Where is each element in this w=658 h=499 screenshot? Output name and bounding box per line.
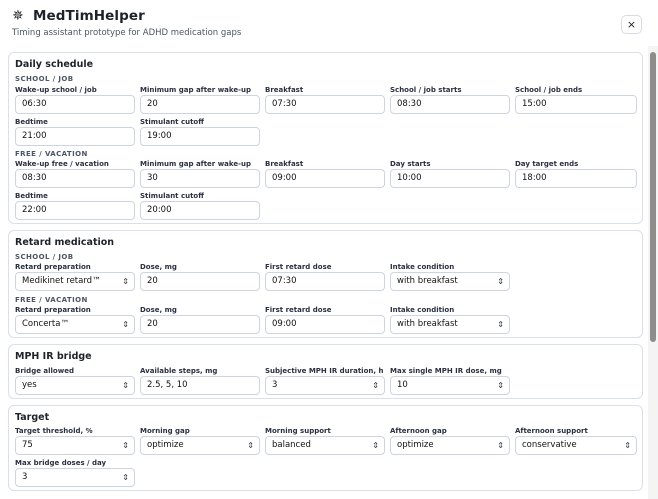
chevron-updown-icon: ⇕ xyxy=(122,320,129,329)
star-icon: ✵ xyxy=(12,8,24,24)
ends-school-label: School / job ends xyxy=(515,86,583,94)
prep-free-label: Retard preparation xyxy=(15,306,91,314)
max-dose-label: Max single MPH IR dose, mg xyxy=(390,367,502,375)
bridge-allowed-label: Bridge allowed xyxy=(15,367,74,375)
mingap-free-input[interactable]: 30 xyxy=(140,169,260,188)
retard-medication-card: Retard medication SCHOOL / JOB Retard pr… xyxy=(8,230,643,338)
card-title: Daily schedule xyxy=(15,59,94,70)
breakfast-free-input[interactable]: 09:00 xyxy=(265,169,385,188)
prep-free-select[interactable]: Concerta™ ⇕ xyxy=(15,315,135,334)
wakeup-free-input[interactable]: 08:30 xyxy=(15,169,135,188)
duration-label: Subjective MPH IR duration, h xyxy=(265,367,384,375)
close-button[interactable]: × xyxy=(621,15,642,34)
vertical-scrollbar[interactable] xyxy=(648,46,658,499)
prep-school-select[interactable]: Medikinet retard™ ⇕ xyxy=(15,272,135,291)
mingap-school-label: Minimum gap after wake-up xyxy=(140,86,251,94)
max-bridge-label: Max bridge doses / day xyxy=(15,459,107,467)
ends-free-input[interactable]: 18:00 xyxy=(515,169,637,188)
settings-scroll-area[interactable]: Daily schedule SCHOOL / JOB Wake-up scho… xyxy=(0,46,648,499)
afternoon-support-select[interactable]: conservative ⇕ xyxy=(515,436,637,455)
card-title: MPH IR bridge xyxy=(15,351,92,362)
prep-school-label: Retard preparation xyxy=(15,263,91,271)
chevron-updown-icon: ⇕ xyxy=(122,473,129,482)
scrollbar-thumb[interactable] xyxy=(650,52,656,342)
chevron-updown-icon: ⇕ xyxy=(624,441,631,450)
morning-support-select[interactable]: balanced ⇕ xyxy=(265,436,385,455)
max-dose-select[interactable]: 10 ⇕ xyxy=(390,376,510,395)
cond-school-select[interactable]: with breakfast ⇕ xyxy=(390,272,510,291)
target-card: Target Target threshold, % 75 ⇕ Morning g… xyxy=(8,405,643,491)
cond-free-label: Intake condition xyxy=(390,306,455,314)
chevron-updown-icon: ⇕ xyxy=(497,320,504,329)
app-subtitle: Timing assistant prototype for ADHD medi… xyxy=(12,28,242,38)
bedtime-school-label: Bedtime xyxy=(15,118,48,126)
afternoon-gap-label: Afternoon gap xyxy=(390,427,447,435)
app-header: ✵ MedTimHelper Timing assistant prototyp… xyxy=(0,0,658,46)
wakeup-free-label: Wake-up free / vacation xyxy=(15,160,109,168)
app-title: MedTimHelper xyxy=(33,8,145,24)
bridge-allowed-select[interactable]: yes ⇕ xyxy=(15,376,135,395)
bedtime-free-label: Bedtime xyxy=(15,192,48,200)
chevron-updown-icon: ⇕ xyxy=(372,381,379,390)
mingap-school-input[interactable]: 20 xyxy=(140,95,260,114)
chevron-updown-icon: ⇕ xyxy=(122,441,129,450)
card-title: Target xyxy=(15,412,50,423)
chevron-updown-icon: ⇕ xyxy=(247,441,254,450)
chevron-updown-icon: ⇕ xyxy=(122,277,129,286)
morning-gap-label: Morning gap xyxy=(140,427,190,435)
breakfast-school-label: Breakfast xyxy=(265,86,304,94)
duration-select[interactable]: 3 ⇕ xyxy=(265,376,385,395)
close-icon: × xyxy=(626,18,637,31)
dose-school-label: Dose, mg xyxy=(140,263,177,271)
afternoon-support-label: Afternoon support xyxy=(515,427,588,435)
cond-school-label: Intake condition xyxy=(390,263,455,271)
chevron-updown-icon: ⇕ xyxy=(497,277,504,286)
chevron-updown-icon: ⇕ xyxy=(372,441,379,450)
chevron-updown-icon: ⇕ xyxy=(122,381,129,390)
first-school-input[interactable]: 07:30 xyxy=(265,272,385,291)
group-school: SCHOOL / JOB xyxy=(15,253,74,261)
cutoff-free-input[interactable]: 20:00 xyxy=(140,201,260,220)
ends-school-input[interactable]: 15:00 xyxy=(515,95,637,114)
card-title: Retard medication xyxy=(15,237,115,248)
threshold-label: Target threshold, % xyxy=(15,427,93,435)
bedtime-free-input[interactable]: 22:00 xyxy=(15,201,135,220)
afternoon-gap-select[interactable]: optimize ⇕ xyxy=(390,436,510,455)
starts-free-label: Day starts xyxy=(390,160,431,168)
mingap-free-label: Minimum gap after wake-up xyxy=(140,160,251,168)
breakfast-school-input[interactable]: 07:30 xyxy=(265,95,385,114)
starts-free-input[interactable]: 10:00 xyxy=(390,169,510,188)
first-school-label: First retard dose xyxy=(265,263,332,271)
starts-school-input[interactable]: 08:30 xyxy=(390,95,510,114)
bedtime-school-input[interactable]: 21:00 xyxy=(15,127,135,146)
wakeup-school-input[interactable]: 06:30 xyxy=(15,95,135,114)
mph-ir-bridge-card: MPH IR bridge Bridge allowed yes ⇕ Availa… xyxy=(8,344,643,399)
cutoff-school-label: Stimulant cutoff xyxy=(140,118,204,126)
cutoff-school-input[interactable]: 19:00 xyxy=(140,127,260,146)
chevron-updown-icon: ⇕ xyxy=(497,441,504,450)
cond-free-select[interactable]: with breakfast ⇕ xyxy=(390,315,510,334)
ends-free-label: Day target ends xyxy=(515,160,579,168)
dose-free-label: Dose, mg xyxy=(140,306,177,314)
first-free-input[interactable]: 09:00 xyxy=(265,315,385,334)
morning-support-label: Morning support xyxy=(265,427,331,435)
dose-free-input[interactable]: 20 xyxy=(140,315,260,334)
group-school: SCHOOL / JOB xyxy=(15,75,74,83)
starts-school-label: School / job starts xyxy=(390,86,462,94)
cutoff-free-label: Stimulant cutoff xyxy=(140,192,204,200)
steps-input[interactable]: 2.5, 5, 10 xyxy=(140,376,260,395)
chevron-updown-icon: ⇕ xyxy=(497,381,504,390)
dose-school-input[interactable]: 20 xyxy=(140,272,260,291)
breakfast-free-label: Breakfast xyxy=(265,160,304,168)
morning-gap-select[interactable]: optimize ⇕ xyxy=(140,436,260,455)
steps-label: Available steps, mg xyxy=(140,367,218,375)
first-free-label: First retard dose xyxy=(265,306,332,314)
threshold-select[interactable]: 75 ⇕ xyxy=(15,436,135,455)
max-bridge-select[interactable]: 3 ⇕ xyxy=(15,468,135,487)
daily-schedule-card: Daily schedule SCHOOL / JOB Wake-up scho… xyxy=(8,52,643,224)
wakeup-school-label: Wake-up school / job xyxy=(15,86,97,94)
group-free: FREE / VACATION xyxy=(15,296,88,304)
group-free: FREE / VACATION xyxy=(15,150,88,158)
